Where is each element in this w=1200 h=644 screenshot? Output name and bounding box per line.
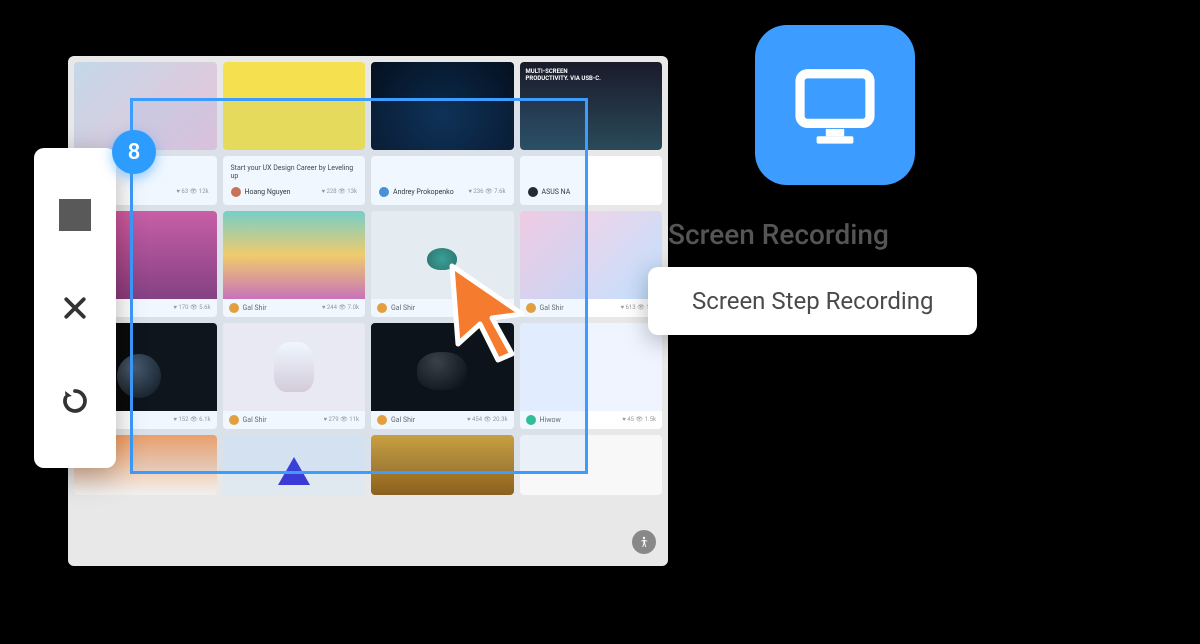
menu-item-step-recording[interactable]: Screen Step Recording	[648, 267, 977, 335]
author-name: Hoang Nguyen	[245, 188, 291, 196]
avatar	[526, 415, 536, 425]
avatar	[377, 303, 387, 313]
gallery-window: MULTI-SCREEN PRODUCTIVITY. VIA USB-C. ♥ …	[68, 56, 668, 566]
square-icon	[59, 199, 91, 231]
avatar	[377, 415, 387, 425]
accessibility-icon[interactable]	[632, 530, 656, 554]
close-icon	[60, 293, 90, 323]
region-select-button[interactable]	[56, 196, 94, 234]
thumbnail: MULTI-SCREEN PRODUCTIVITY. VIA USB-C.	[520, 62, 663, 150]
badge-number: 8	[128, 140, 141, 165]
avatar	[231, 187, 241, 197]
author-name: Gal Shir	[243, 416, 267, 424]
thumbnail-partial[interactable]	[520, 435, 663, 495]
author-name: Gal Shir	[243, 304, 267, 312]
thumbnail	[520, 323, 663, 411]
card-stats: ♥ 236 👁 7.6k	[468, 188, 505, 195]
gallery-card[interactable]: Gal Shir ♥ 279 👁 11k	[223, 323, 366, 429]
thumbnail	[223, 323, 366, 411]
card-stats: ♥ 279 👁 11k	[323, 416, 359, 423]
gallery-grid: MULTI-SCREEN PRODUCTIVITY. VIA USB-C. ♥ …	[68, 56, 668, 435]
thumbnail	[520, 211, 663, 299]
author-name: Gal Shir	[391, 304, 415, 312]
cursor-pointer-icon	[440, 258, 540, 372]
gallery-card[interactable]: Gal Shir♥ 613 👁 17k	[520, 211, 663, 317]
card-stats: ♥ 63 👁 12k	[176, 188, 208, 195]
promo-title: Start your UX Design Career by Leveling …	[231, 164, 358, 181]
author-name: Andrey Prokopenko	[393, 188, 454, 196]
author-name: ASUS NA	[542, 188, 571, 196]
app-icon	[755, 25, 915, 185]
gallery-card[interactable]: MULTI-SCREEN PRODUCTIVITY. VIA USB-C.	[520, 62, 663, 150]
author-name: Gal Shir	[540, 304, 564, 312]
restart-button[interactable]	[56, 382, 94, 420]
author-name: Gal Shir	[391, 416, 415, 424]
refresh-icon	[60, 386, 90, 416]
avatar	[379, 187, 389, 197]
avatar	[229, 303, 239, 313]
thumbnail	[223, 211, 366, 299]
monitor-icon	[789, 59, 881, 151]
promo-card[interactable]: Start your UX Design Career by Leveling …	[223, 156, 366, 205]
card-stats: ♥ 244 👁 7.0k	[322, 304, 359, 311]
thumbnail	[371, 62, 514, 150]
card-stats: ♥ 454 👁 20.3k	[467, 416, 508, 423]
gallery-card[interactable]	[223, 62, 366, 150]
thumbnail	[223, 62, 366, 150]
card-stats: ♥ 228 👁 13k	[321, 188, 357, 195]
avatar	[528, 187, 538, 197]
thumbnail-partial[interactable]	[223, 435, 366, 495]
gallery-card[interactable]: Hiwow ♥ 45 👁 1.5k	[520, 323, 663, 429]
cancel-button[interactable]	[56, 289, 94, 327]
avatar	[229, 415, 239, 425]
card-stats: ♥ 152 👁 6.1k	[173, 416, 210, 423]
card-stats: ♥ 45 👁 1.5k	[622, 416, 656, 423]
promo-card[interactable]: Andrey Prokopenko ♥ 236 👁 7.6k	[371, 156, 514, 205]
step-count-badge: 8	[112, 130, 156, 174]
gallery-card[interactable]: Gal Shir ♥ 244 👁 7.0k	[223, 211, 366, 317]
ad-headline: MULTI-SCREEN PRODUCTIVITY. VIA USB-C.	[526, 68, 606, 82]
context-menu: Screen Recording Screen Step Recording	[648, 218, 977, 335]
gallery-card[interactable]	[371, 62, 514, 150]
bottom-row	[68, 435, 668, 501]
promo-card[interactable]: ASUS NA	[520, 156, 663, 205]
card-stats: ♥ 170 👁 5.6k	[173, 304, 210, 311]
thumbnail-partial[interactable]	[371, 435, 514, 495]
capture-toolbar	[34, 148, 116, 468]
menu-item-recording[interactable]: Screen Recording	[648, 218, 977, 251]
author-name: Hiwow	[540, 416, 561, 424]
